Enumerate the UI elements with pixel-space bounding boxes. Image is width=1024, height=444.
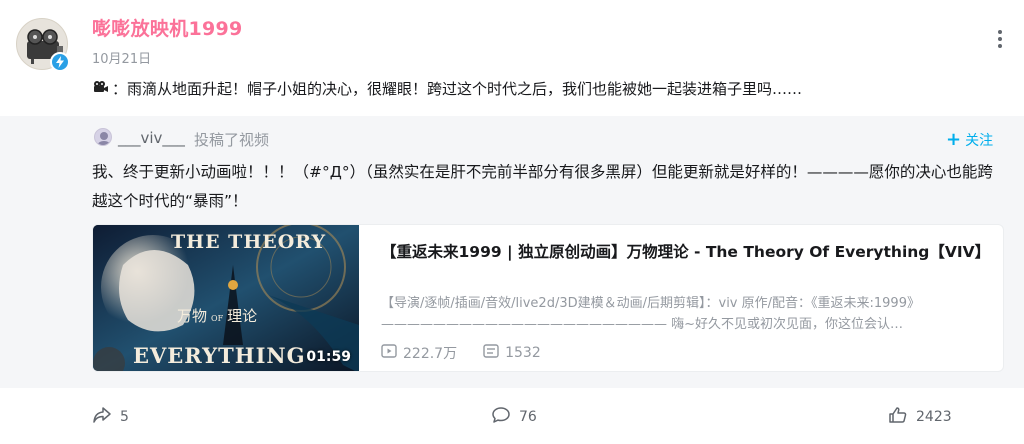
post-body: ：雨滴从地面升起！帽子小姐的决心，很耀眼！跨过这个时代之后，我们也能被她一起装进… bbox=[112, 80, 803, 98]
original-action-text: 投稿了视频 bbox=[194, 131, 270, 149]
thumbnail-subtitle-of: OF bbox=[211, 314, 224, 323]
thumbs-up-icon bbox=[888, 406, 908, 428]
more-options-icon[interactable] bbox=[988, 27, 1012, 51]
video-thumbnail[interactable]: THE THEORY 万物 OF 理论 EVERYTHING 01:59 bbox=[93, 225, 359, 371]
post-text: ：雨滴从地面升起！帽子小姐的决心，很耀眼！跨过这个时代之后，我们也能被她一起装进… bbox=[92, 78, 802, 99]
projector-emoji-icon bbox=[92, 80, 108, 98]
plus-icon: + bbox=[946, 129, 962, 150]
video-title[interactable]: 【重返未来1999 | 独立原创动画】万物理论 - The Theory Of … bbox=[381, 239, 990, 266]
comment-button[interactable]: 76 bbox=[491, 406, 537, 428]
lightning-icon bbox=[50, 52, 70, 72]
original-author-avatar[interactable] bbox=[94, 128, 112, 146]
comment-count: 76 bbox=[519, 409, 537, 425]
publish-date[interactable]: 10月21日 bbox=[92, 48, 151, 67]
views-stat: 222.7万 bbox=[381, 343, 457, 363]
share-icon bbox=[92, 406, 112, 428]
author-name[interactable]: 嘭嘭放映机1999 bbox=[92, 14, 243, 41]
thumbnail-subtitle-b: 理论 bbox=[227, 307, 258, 325]
views-count: 222.7万 bbox=[403, 346, 458, 362]
follow-label: 关注 bbox=[965, 133, 994, 149]
like-count: 2423 bbox=[916, 409, 952, 425]
author-avatar[interactable] bbox=[16, 18, 70, 72]
thumbnail-subtitle-a: 万物 bbox=[177, 307, 208, 325]
original-author-name[interactable]: ___viv___ bbox=[118, 129, 185, 147]
thumbnail-title-bottom: EVERYTHING bbox=[133, 343, 306, 368]
thumbnail-title-top: THE THEORY bbox=[171, 231, 327, 253]
video-stats: 222.7万 1532 bbox=[381, 343, 541, 363]
thumbnail-subtitle: 万物 OF 理论 bbox=[177, 305, 257, 326]
comment-icon bbox=[491, 406, 511, 428]
video-duration: 01:59 bbox=[306, 349, 351, 365]
like-button[interactable]: 2423 bbox=[888, 406, 952, 428]
danmaku-icon bbox=[483, 344, 499, 362]
original-post-text: 我、终于更新小动画啦！！！（#°Д°）（虽然实在是肝不完前半部分有很多黑屏）但能… bbox=[92, 163, 993, 210]
share-button[interactable]: 5 bbox=[92, 406, 129, 428]
video-description: 【导演/逐帧/插画/音效/live2d/3D建模＆动画/后期剪辑】：viv 原作… bbox=[381, 296, 920, 332]
danmaku-count: 1532 bbox=[505, 345, 541, 361]
video-card[interactable]: THE THEORY 万物 OF 理论 EVERYTHING 01:59 【重返… bbox=[92, 224, 1004, 372]
danmaku-stat: 1532 bbox=[483, 343, 541, 363]
repost-panel[interactable]: ___viv___ 投稿了视频 + 关注 我、终于更新小动画啦！！！（#°Д°）… bbox=[0, 116, 1024, 388]
follow-button[interactable]: + 关注 bbox=[946, 130, 993, 150]
share-count: 5 bbox=[120, 409, 129, 425]
action-bar: 5 76 2423 bbox=[0, 388, 1024, 444]
play-count-icon bbox=[381, 344, 397, 362]
